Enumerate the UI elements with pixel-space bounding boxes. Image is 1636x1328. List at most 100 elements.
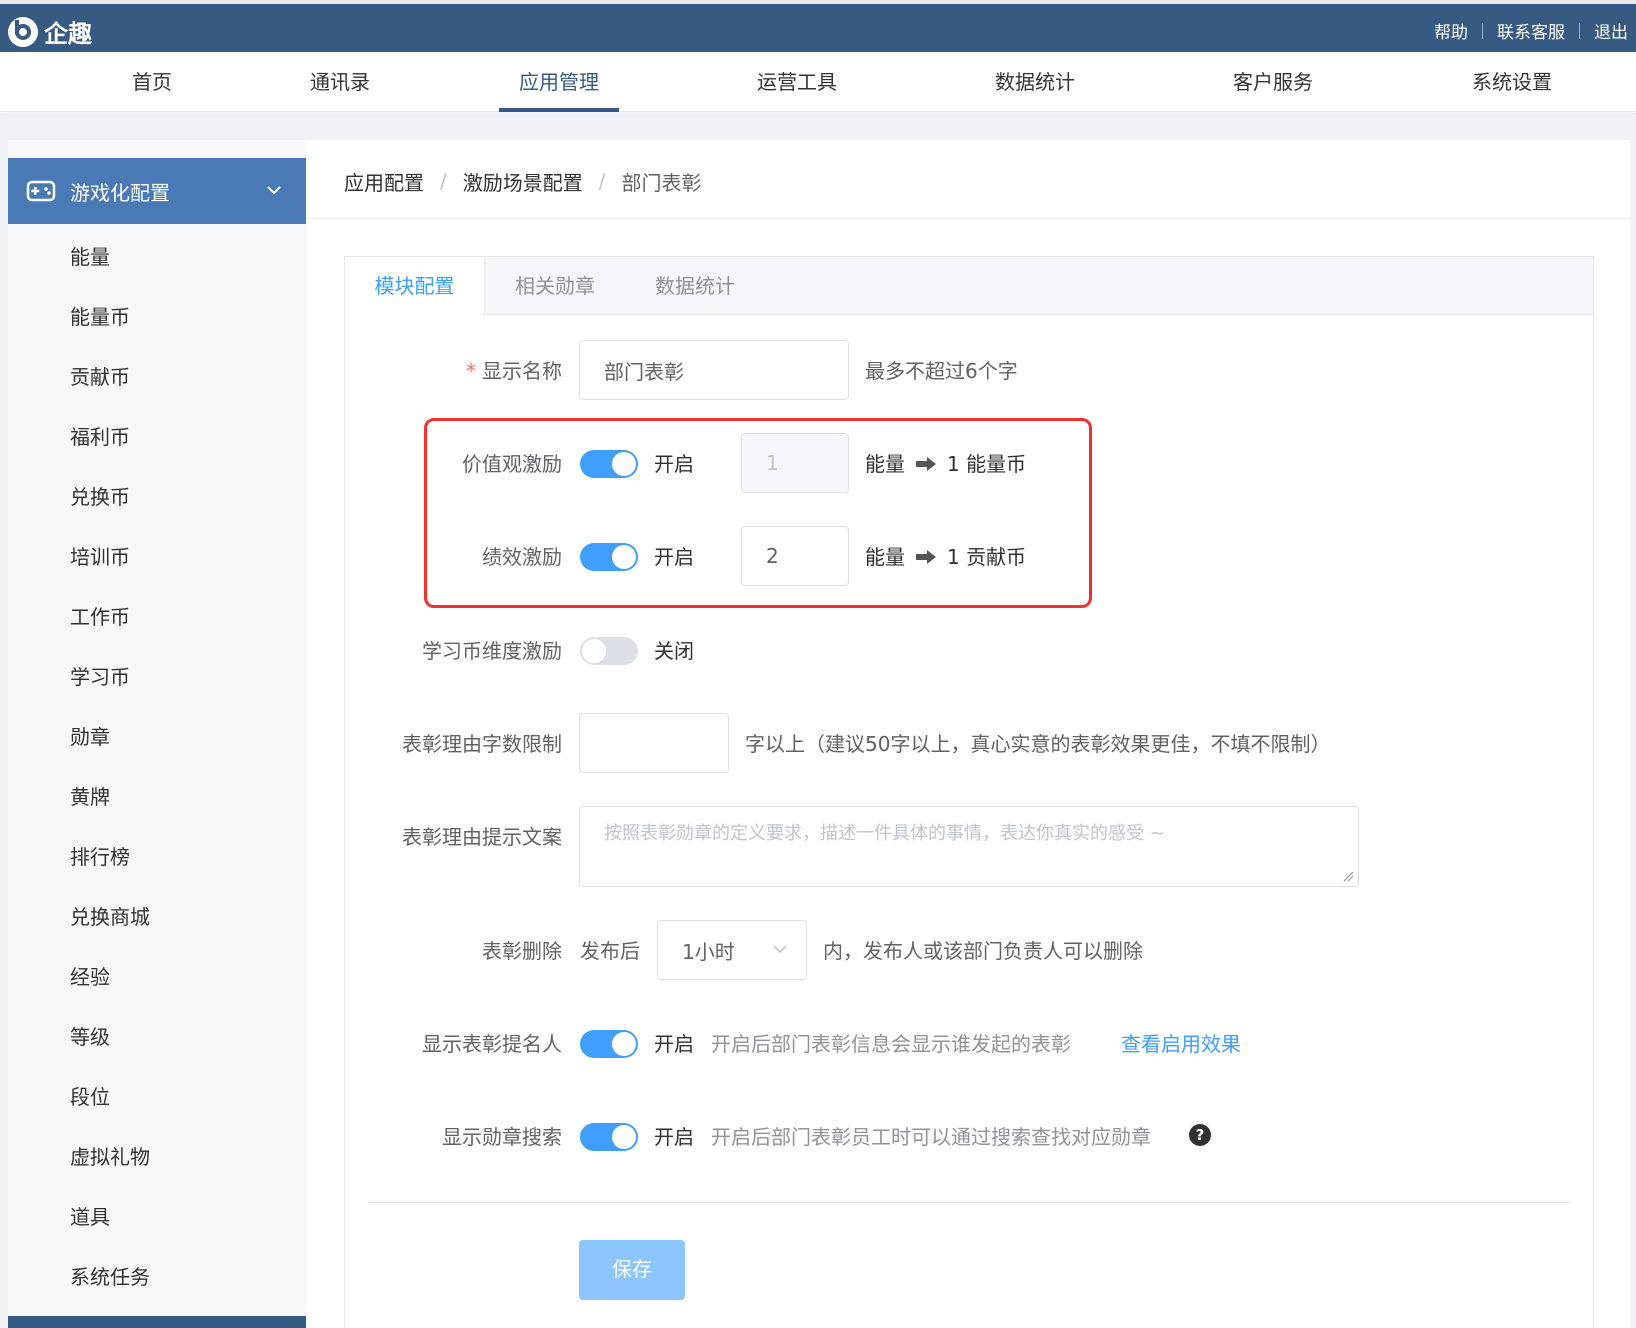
performance-incentive-amount-input[interactable]: 2 [741, 526, 849, 586]
performance-incentive-switch-text: 开启 [654, 545, 694, 569]
show-badge-search-label: 显示勋章搜索 [442, 1125, 562, 1149]
required-mark: * [466, 359, 476, 383]
sidebar-item-contribution-coin[interactable]: 贡献币 [70, 362, 130, 392]
sidebar-next-group[interactable] [8, 1316, 306, 1328]
nav-customer-service[interactable]: 客户服务 [1213, 52, 1333, 112]
sidebar-item-virtual-gift[interactable]: 虚拟礼物 [70, 1142, 150, 1172]
nav-operation-tools[interactable]: 运营工具 [737, 52, 857, 112]
breadcrumb-incentive-config[interactable]: 激励场景配置 [463, 167, 583, 196]
sidebar-item-study-coin[interactable]: 学习币 [70, 662, 130, 692]
display-name-hint: 最多不超过6个字 [865, 359, 1018, 383]
reason-prompt-textarea[interactable]: 按照表彰勋章的定义要求，描述一件具体的事情，表达你真实的感受 ~ [579, 806, 1359, 887]
nav-contacts[interactable]: 通讯录 [300, 52, 380, 112]
arrow-right-icon [916, 457, 936, 471]
breadcrumb-app-config[interactable]: 应用配置 [344, 167, 424, 196]
breadcrumb-separator: / [598, 169, 606, 193]
logo-text: 企趣 [44, 20, 92, 48]
main-nav: 首页 通讯录 应用管理 运营工具 数据统计 客户服务 系统设置 [0, 52, 1636, 112]
link-divider [1579, 22, 1580, 39]
breadcrumb: 应用配置 / 激励场景配置 / 部门表彰 [344, 166, 702, 196]
study-coin-incentive-label: 学习币维度激励 [422, 639, 562, 663]
reason-length-input[interactable] [579, 713, 729, 773]
form-divider [368, 1202, 1570, 1203]
show-badge-search-switch[interactable] [580, 1123, 638, 1151]
question-icon[interactable]: ? [1189, 1124, 1211, 1146]
show-nominator-switch-text: 开启 [654, 1032, 694, 1056]
contact-support-link[interactable]: 联系客服 [1497, 18, 1565, 43]
value-incentive-conversion: 能量 1 能量币 [865, 449, 1026, 479]
delete-rule-suffix: 内，发布人或该部门负责人可以删除 [823, 939, 1143, 963]
value-incentive-amount: 1 [766, 451, 779, 475]
sidebar-item-energy[interactable]: 能量 [70, 242, 110, 272]
display-name-label-text: 显示名称 [482, 359, 562, 383]
view-effect-link[interactable]: 查看启用效果 [1121, 1029, 1241, 1059]
sidebar: 游戏化配置 能量 能量币 贡献币 福利币 兑换币 培训币 工作币 学习币 勋章 … [8, 140, 306, 1328]
value-incentive-switch-text: 开启 [654, 452, 694, 476]
performance-incentive-unit: 能量 [865, 545, 905, 569]
sidebar-item-rank[interactable]: 段位 [70, 1082, 110, 1112]
show-badge-search-hint: 开启后部门表彰员工时可以通过搜索查找对应勋章 [711, 1125, 1151, 1149]
value-incentive-switch[interactable] [580, 450, 638, 478]
study-coin-incentive-switch[interactable] [580, 637, 638, 665]
breadcrumb-current: 部门表彰 [621, 170, 702, 195]
logo[interactable]: 企趣 [8, 14, 92, 49]
delete-time-selected: 1小时 [682, 939, 735, 964]
nav-app-management[interactable]: 应用管理 [499, 52, 619, 112]
show-nominator-switch[interactable] [580, 1030, 638, 1058]
value-incentive-unit: 能量 [865, 452, 905, 476]
reason-prompt-placeholder: 按照表彰勋章的定义要求，描述一件具体的事情，表达你真实的感受 ~ [604, 823, 1165, 844]
sidebar-item-experience[interactable]: 经验 [70, 962, 110, 992]
breadcrumb-separator: / [440, 169, 447, 193]
gamepad-icon [26, 180, 56, 202]
sidebar-item-exchange-mall[interactable]: 兑换商城 [70, 902, 150, 932]
sidebar-item-level[interactable]: 等级 [70, 1022, 110, 1052]
config-card: 模块配置 相关勋章 数据统计 [344, 256, 1594, 1328]
logo-icon [8, 16, 38, 47]
performance-incentive-label: 绩效激励 [482, 545, 562, 569]
chevron-down-icon [773, 945, 787, 954]
help-link[interactable]: 帮助 [1434, 18, 1468, 43]
sidebar-item-energy-coin[interactable]: 能量币 [70, 302, 130, 332]
display-name-input[interactable]: 部门表彰 [579, 340, 849, 400]
sidebar-item-leaderboard[interactable]: 排行榜 [70, 842, 130, 872]
performance-incentive-switch[interactable] [580, 543, 638, 571]
tab-related-badges[interactable]: 相关勋章 [495, 257, 615, 315]
sidebar-item-yellow-card[interactable]: 黄牌 [70, 782, 110, 812]
sidebar-item-welfare-coin[interactable]: 福利币 [70, 422, 130, 452]
nav-system-settings[interactable]: 系统设置 [1452, 52, 1572, 112]
sidebar-item-props[interactable]: 道具 [70, 1202, 110, 1232]
delete-rule-label: 表彰删除 [482, 939, 562, 963]
arrow-right-icon [916, 550, 936, 564]
value-incentive-amount-input[interactable]: 1 [741, 433, 849, 493]
reason-length-hint: 字以上（建议50字以上，真心实意的表彰效果更佳，不填不限制） [745, 732, 1331, 756]
tab-bar: 模块配置 相关勋章 数据统计 [345, 257, 1593, 316]
nav-data-statistics[interactable]: 数据统计 [975, 52, 1095, 112]
logout-link[interactable]: 退出 [1594, 18, 1628, 43]
delete-time-select[interactable]: 1小时 [657, 920, 807, 980]
study-coin-incentive-switch-text: 关闭 [654, 639, 694, 663]
reason-length-label: 表彰理由字数限制 [402, 732, 562, 756]
delete-rule-prefix: 发布后 [580, 939, 640, 963]
sidebar-item-exchange-coin[interactable]: 兑换币 [70, 482, 130, 512]
sidebar-group-gamification[interactable]: 游戏化配置 [8, 158, 306, 224]
sidebar-item-system-task[interactable]: 系统任务 [70, 1262, 150, 1292]
display-name-label: * 显示名称 [342, 356, 562, 386]
tab-module-config[interactable]: 模块配置 [345, 257, 485, 316]
resize-handle-icon[interactable] [1342, 870, 1354, 882]
value-incentive-result: 1 能量币 [947, 452, 1027, 476]
breadcrumb-divider [306, 218, 1630, 219]
tab-data-statistics[interactable]: 数据统计 [635, 257, 755, 315]
chevron-down-icon [267, 186, 281, 195]
save-button[interactable]: 保存 [579, 1240, 685, 1300]
display-name-value: 部门表彰 [604, 359, 684, 384]
sidebar-item-badge[interactable]: 勋章 [70, 722, 110, 752]
sidebar-item-work-coin[interactable]: 工作币 [70, 602, 130, 632]
sidebar-item-training-coin[interactable]: 培训币 [70, 542, 130, 572]
show-nominator-label: 显示表彰提名人 [422, 1032, 562, 1056]
reason-prompt-label: 表彰理由提示文案 [402, 825, 562, 849]
top-bar: 企趣 帮助 联系客服 退出 [0, 0, 1636, 52]
value-incentive-label: 价值观激励 [462, 452, 562, 476]
top-links: 帮助 联系客服 退出 [1434, 18, 1628, 43]
performance-incentive-result: 1 贡献币 [947, 545, 1027, 569]
nav-home[interactable]: 首页 [112, 52, 192, 112]
